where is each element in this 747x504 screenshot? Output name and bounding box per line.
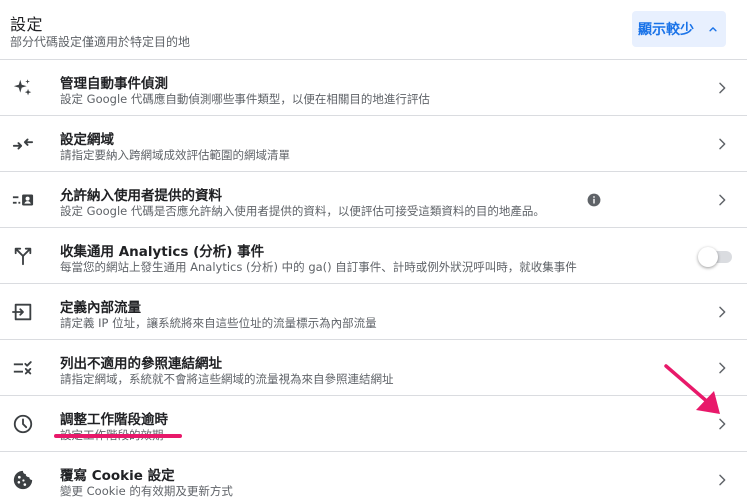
setting-row-configure-domains[interactable]: 設定網域 請指定要納入跨網域成效評估範圍的網域清單 xyxy=(0,115,747,171)
setting-row-session-timeout[interactable]: 調整工作階段逾時 設定工作階段的效期 xyxy=(0,395,747,451)
setting-row-user-provided-data[interactable]: 允許納入使用者提供的資料 設定 Google 代碼是否應允許納入使用者提供的資料… xyxy=(0,171,747,227)
show-less-label: 顯示較少 xyxy=(638,22,694,38)
setting-row-title: 允許納入使用者提供的資料 xyxy=(60,188,222,204)
setting-row-description: 請定義 IP 位址，讓系統將來自這些位址的流量標示為內部流量 xyxy=(60,316,377,330)
setting-row-description: 每當您的網站上發生通用 Analytics (分析) 中的 ga() 自訂事件、… xyxy=(60,260,577,274)
contact-card-icon xyxy=(12,189,34,211)
setting-row-description: 設定 Google 代碼應自動偵測哪些事件類型，以便在相關目的地進行評估 xyxy=(60,92,430,106)
fork-icon xyxy=(12,245,34,267)
setting-row-auto-event-detection[interactable]: 管理自動事件偵測 設定 Google 代碼應自動偵測哪些事件類型，以便在相關目的… xyxy=(0,59,747,115)
setting-row-title: 管理自動事件偵測 xyxy=(60,76,168,92)
highlight-underline xyxy=(54,434,182,438)
setting-row-title: 列出不適用的參照連結網址 xyxy=(60,356,222,372)
setting-row-title: 收集通用 Analytics (分析) 事件 xyxy=(60,244,265,260)
setting-row-title: 調整工作階段逾時 xyxy=(60,412,168,428)
login-icon xyxy=(12,301,34,323)
page-title: 設定 xyxy=(10,15,44,34)
collect-ua-events-toggle[interactable] xyxy=(698,247,734,267)
chevron-up-icon xyxy=(709,27,717,32)
chevron-right-icon xyxy=(719,138,726,150)
chevron-right-icon xyxy=(719,306,726,318)
setting-row-internal-traffic[interactable]: 定義內部流量 請定義 IP 位址，讓系統將來自這些位址的流量標示為內部流量 xyxy=(0,283,747,339)
list-exclude-icon xyxy=(12,357,34,379)
setting-row-cookie-settings[interactable]: 覆寫 Cookie 設定 變更 Cookie 的有效期及更新方式 xyxy=(0,451,747,504)
setting-row-description: 變更 Cookie 的有效期及更新方式 xyxy=(60,484,233,498)
setting-row-description: 請指定要納入跨網域成效評估範圍的網域清單 xyxy=(60,148,290,162)
cookie-icon xyxy=(12,469,34,491)
chevron-right-icon xyxy=(719,82,726,94)
chevron-right-icon xyxy=(719,474,726,486)
page-subtitle: 部分代碼設定僅適用於特定目的地 xyxy=(10,35,191,49)
chevron-right-icon xyxy=(719,194,726,206)
merge-arrows-icon xyxy=(12,133,34,155)
setting-row-collect-ua-events[interactable]: 收集通用 Analytics (分析) 事件 每當您的網站上發生通用 Analy… xyxy=(0,227,747,283)
setting-row-description: 設定 Google 代碼是否應允許納入使用者提供的資料，以便評估可接受這類資料的… xyxy=(60,204,545,218)
settings-header: 設定 部分代碼設定僅適用於特定目的地 顯示較少 xyxy=(0,0,747,60)
setting-row-title: 覆寫 Cookie 設定 xyxy=(60,468,175,484)
info-icon[interactable] xyxy=(587,193,601,207)
setting-row-unwanted-referrals[interactable]: 列出不適用的參照連結網址 請指定網域，系統就不會將這些網域的流量視為來自參照連結… xyxy=(0,339,747,395)
setting-row-description: 請指定網域，系統就不會將這些網域的流量視為來自參照連結網址 xyxy=(60,372,394,386)
sparkle-icon xyxy=(12,77,34,99)
clock-icon xyxy=(12,413,34,435)
toggle-knob xyxy=(698,247,718,267)
setting-row-title: 設定網域 xyxy=(60,132,114,148)
setting-row-title: 定義內部流量 xyxy=(60,300,141,316)
show-less-button[interactable]: 顯示較少 xyxy=(632,11,726,47)
annotation-arrow-icon xyxy=(664,364,720,414)
